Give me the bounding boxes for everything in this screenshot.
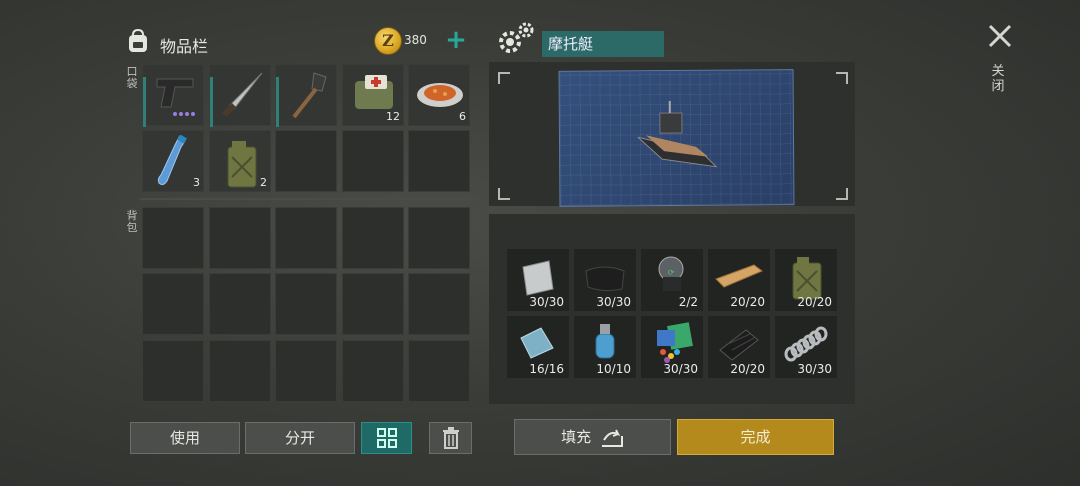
slot-quantity: 12: [386, 110, 400, 123]
backpack-slot[interactable]: [342, 340, 404, 402]
material-slot[interactable]: 30/30: [574, 249, 636, 311]
backpack-slot[interactable]: [408, 273, 470, 335]
trash-button[interactable]: [429, 422, 472, 454]
inventory-slot-empty[interactable]: [408, 130, 470, 192]
material-slot[interactable]: 10/10: [574, 316, 636, 378]
inventory-header: 物品栏 Z 380 +: [124, 26, 474, 60]
use-button[interactable]: 使用: [130, 422, 240, 454]
grid-icon: [376, 428, 397, 448]
material-slot[interactable]: 20/20: [708, 249, 770, 311]
coin-count: 380: [404, 33, 427, 47]
material-count: 30/30: [663, 362, 698, 376]
coin-icon: Z: [374, 27, 402, 55]
backpack-slot[interactable]: [342, 273, 404, 335]
planks-icon: [715, 264, 763, 288]
backpack-slot[interactable]: [275, 340, 337, 402]
gears-icon: [499, 22, 534, 53]
medkit-bag-icon: [355, 75, 393, 109]
material-slot[interactable]: 16/16: [507, 316, 569, 378]
circuit-parts-icon: [657, 322, 693, 363]
frame-corner: [836, 188, 848, 200]
slot-quantity: 3: [193, 176, 200, 189]
inventory-slot[interactable]: 2: [209, 130, 271, 192]
frame-corner: [498, 188, 510, 200]
material-slot[interactable]: 30/30: [507, 249, 569, 311]
backpack-slot[interactable]: [142, 273, 204, 335]
material-slot[interactable]: ⟳ 2/2: [641, 249, 703, 311]
blueprint-paper: [558, 69, 795, 207]
backpack-slot[interactable]: [408, 207, 470, 269]
inventory-slot[interactable]: [142, 64, 204, 127]
material-count: 30/30: [529, 295, 564, 309]
add-coins-button[interactable]: +: [444, 26, 468, 54]
inventory-slot[interactable]: [275, 64, 337, 127]
inventory-slot-empty[interactable]: [275, 130, 337, 192]
water-bottle-icon: [157, 135, 187, 186]
cloth-icon: [585, 266, 625, 292]
craft-item-name: 摩托艇: [542, 31, 664, 57]
shovel-icon: [292, 72, 327, 119]
backpack-slot[interactable]: [275, 273, 337, 335]
backpack-slot[interactable]: [408, 340, 470, 402]
close-label[interactable]: 关闭: [990, 64, 1006, 94]
inventory-title: 物品栏: [160, 37, 209, 56]
fill-button[interactable]: 填充: [514, 419, 671, 455]
rubber-hose-icon: [719, 329, 759, 361]
material-count: 20/20: [797, 295, 832, 309]
material-slot[interactable]: 30/30: [641, 316, 703, 378]
inventory-slot[interactable]: 12: [342, 64, 404, 126]
slot-quantity: 2: [260, 176, 267, 189]
complete-button[interactable]: 完成: [677, 419, 834, 455]
backpack-slot[interactable]: [275, 207, 337, 269]
water-pump-icon: [595, 324, 615, 359]
frame-corner: [836, 72, 848, 84]
metal-sheet-icon: [522, 260, 554, 296]
jerrycan-icon: [227, 141, 257, 188]
divider: [140, 198, 472, 200]
inventory-slot[interactable]: 3: [142, 130, 204, 192]
backpack-label: 背包: [126, 209, 138, 234]
backpack-slot[interactable]: [209, 340, 271, 402]
backpack-slot[interactable]: [142, 340, 204, 402]
material-slot[interactable]: 30/30: [775, 316, 837, 378]
material-count: 30/30: [596, 295, 631, 309]
trash-icon: [442, 427, 459, 449]
helmet-engine-icon: ⟳: [658, 256, 684, 291]
inventory-slot-empty[interactable]: [342, 130, 404, 192]
backpack-icon: [129, 28, 147, 52]
inventory-slot[interactable]: [209, 64, 271, 127]
backpack-slot[interactable]: [209, 273, 271, 335]
close-icon[interactable]: [986, 22, 1014, 50]
material-count: 16/16: [529, 362, 564, 376]
frame-corner: [498, 72, 510, 84]
material-count: 10/10: [596, 362, 631, 376]
svg-text:⟳: ⟳: [668, 268, 675, 277]
food-plate-icon: [417, 83, 463, 107]
rarity-dots: [171, 101, 195, 120]
spring-icon: [784, 326, 828, 362]
inventory-slot[interactable]: 6: [408, 64, 470, 126]
fill-arrow-icon: [601, 429, 623, 447]
backpack-slot[interactable]: [209, 207, 271, 269]
material-slot[interactable]: 20/20: [708, 316, 770, 378]
jerrycan-icon: [792, 257, 822, 300]
fill-label: 填充: [561, 428, 592, 446]
material-count: 2/2: [678, 295, 698, 309]
split-button[interactable]: 分开: [245, 422, 355, 454]
material-count: 30/30: [797, 362, 832, 376]
backpack-slot[interactable]: [142, 207, 204, 269]
pocket-label: 口袋: [126, 65, 138, 90]
material-count: 20/20: [730, 362, 765, 376]
glass-plate-icon: [520, 327, 554, 359]
material-slot[interactable]: 20/20: [775, 249, 837, 311]
machete-icon: [221, 72, 263, 118]
material-count: 20/20: [730, 295, 765, 309]
backpack-slot[interactable]: [342, 207, 404, 269]
slot-quantity: 6: [459, 110, 466, 123]
motorboat-icon: [637, 101, 718, 168]
grid-view-button[interactable]: [361, 422, 412, 454]
